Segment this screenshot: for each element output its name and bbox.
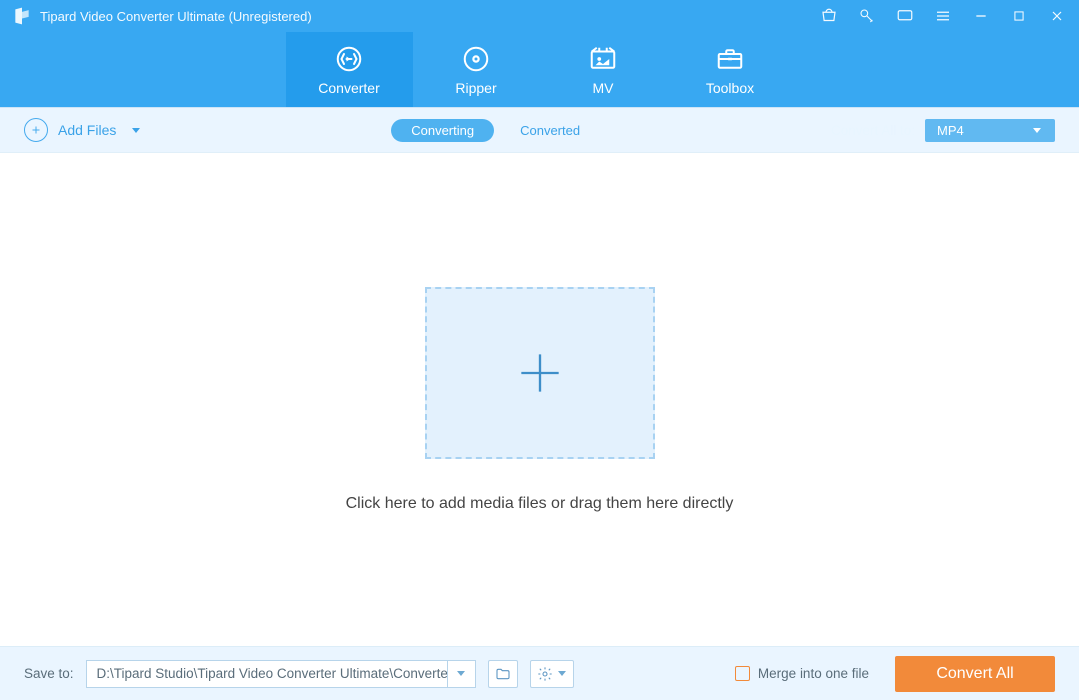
feedback-icon[interactable] [895, 6, 915, 26]
checkbox-icon [735, 666, 750, 681]
app-title: Tipard Video Converter Ultimate (Unregis… [40, 9, 312, 24]
toolbox-icon [715, 44, 745, 74]
title-bar: Tipard Video Converter Ultimate (Unregis… [0, 0, 1079, 32]
save-path-dropdown[interactable] [447, 661, 475, 687]
bottom-bar: Save to: D:\Tipard Studio\Tipard Video C… [0, 646, 1079, 700]
convert-all-to: Convert All to: MP4 [831, 119, 1055, 142]
mv-icon [588, 44, 618, 74]
register-icon[interactable] [857, 6, 877, 26]
save-path-box: D:\Tipard Studio\Tipard Video Converter … [86, 660, 476, 688]
convert-all-button[interactable]: Convert All [895, 656, 1055, 692]
status-tab-converting[interactable]: Converting [391, 119, 494, 142]
converter-icon [334, 44, 364, 74]
add-files-button[interactable]: Add Files [24, 118, 140, 142]
app-logo-icon [12, 6, 32, 26]
tab-label: Converter [318, 80, 379, 96]
tab-mv[interactable]: MV [540, 32, 667, 107]
chevron-down-icon [457, 671, 465, 676]
open-folder-button[interactable] [488, 660, 518, 688]
plus-icon [24, 118, 48, 142]
settings-button[interactable] [530, 660, 574, 688]
tab-label: MV [593, 80, 614, 96]
status-tabs: Converting Converted [140, 119, 831, 142]
chevron-down-icon [1033, 128, 1041, 133]
output-format-value: MP4 [937, 123, 964, 138]
maximize-icon[interactable] [1009, 6, 1029, 26]
main-nav: Converter Ripper MV Toolbox [0, 32, 1079, 107]
close-icon[interactable] [1047, 6, 1067, 26]
add-files-label: Add Files [58, 122, 116, 138]
ripper-icon [461, 44, 491, 74]
output-format-dropdown[interactable]: MP4 [925, 119, 1055, 142]
convert-all-to-label: Convert All to: [831, 123, 915, 138]
save-path-value: D:\Tipard Studio\Tipard Video Converter … [87, 666, 447, 681]
chevron-down-icon [558, 671, 566, 676]
minimize-icon[interactable] [971, 6, 991, 26]
tab-label: Ripper [455, 80, 496, 96]
merge-label: Merge into one file [758, 666, 869, 681]
chevron-down-icon [132, 128, 140, 133]
menu-icon[interactable] [933, 6, 953, 26]
tab-ripper[interactable]: Ripper [413, 32, 540, 107]
tab-label: Toolbox [706, 80, 754, 96]
save-to-label: Save to: [24, 666, 74, 681]
titlebar-actions [819, 6, 1067, 26]
tab-converter[interactable]: Converter [286, 32, 413, 107]
tab-toolbox[interactable]: Toolbox [667, 32, 794, 107]
dropzone-hint: Click here to add media files or drag th… [346, 495, 734, 513]
main-content: Click here to add media files or drag th… [0, 153, 1079, 646]
app-logo-area: Tipard Video Converter Ultimate (Unregis… [12, 6, 312, 26]
merge-into-one-file-checkbox[interactable]: Merge into one file [735, 666, 869, 681]
store-icon[interactable] [819, 6, 839, 26]
toolbar: Add Files Converting Converted Convert A… [0, 107, 1079, 153]
status-tab-converted[interactable]: Converted [520, 123, 580, 138]
add-files-dropzone[interactable] [425, 287, 655, 459]
